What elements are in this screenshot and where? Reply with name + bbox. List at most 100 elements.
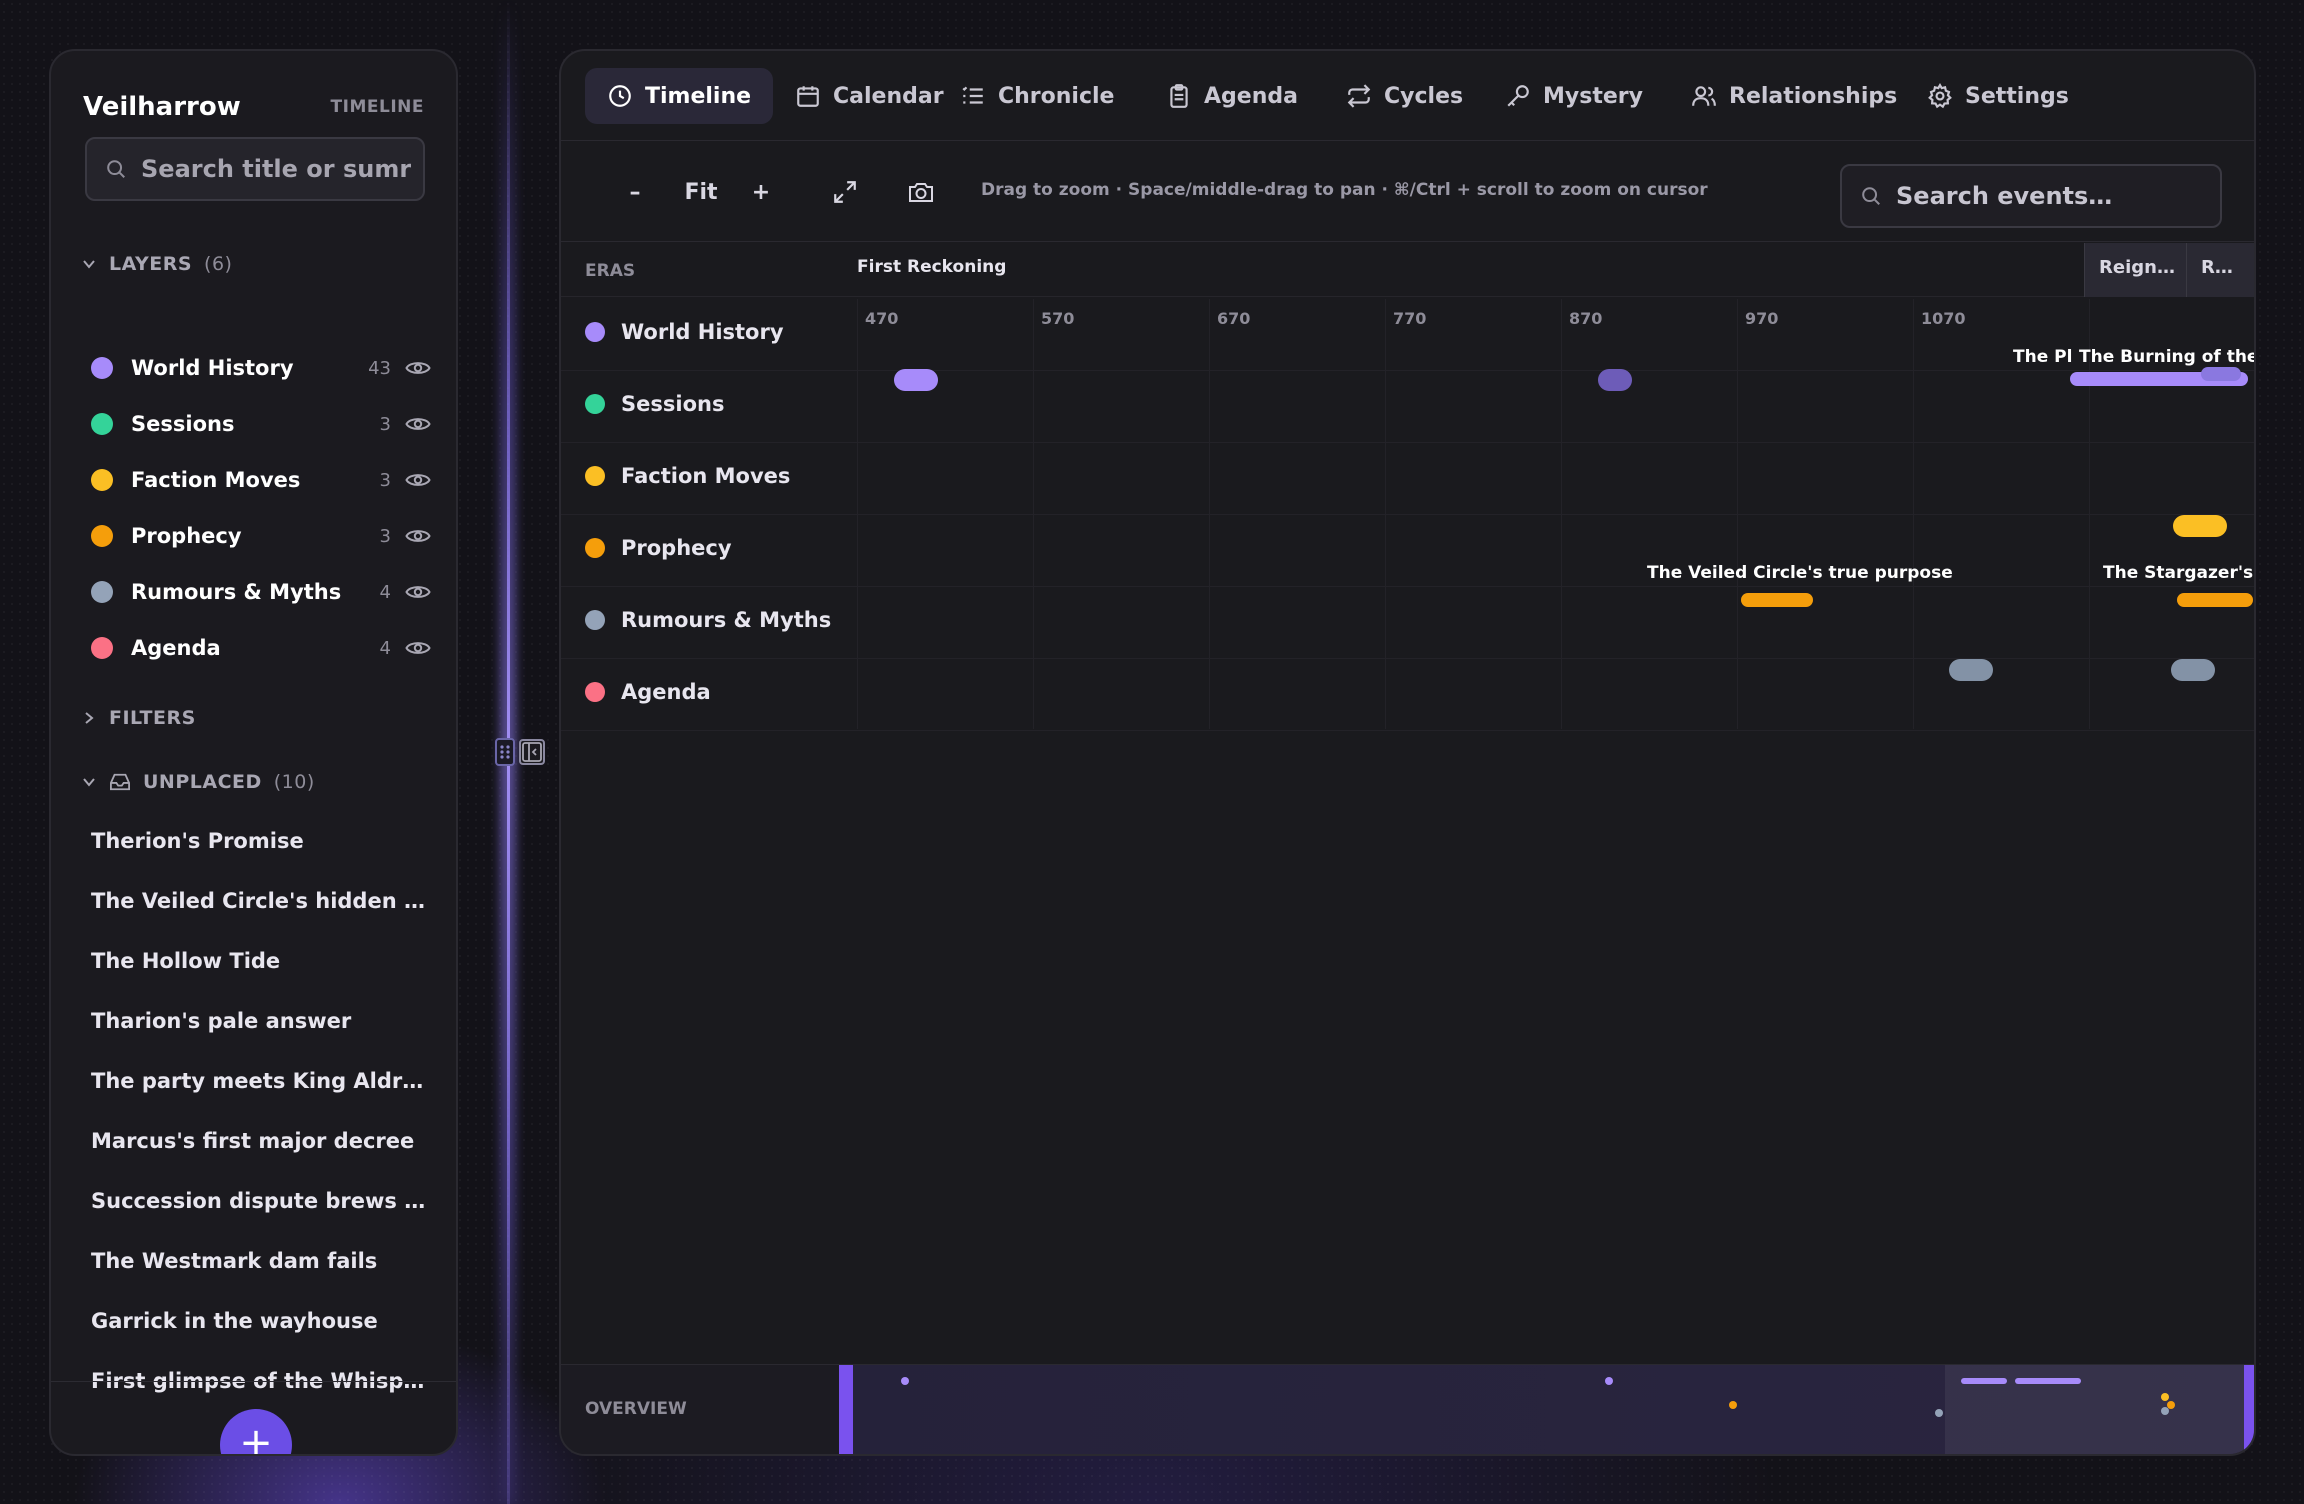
tab-label: Mystery: [1543, 83, 1643, 109]
event-world-history-1[interactable]: [894, 369, 938, 391]
layer-agenda[interactable]: Agenda 4: [91, 630, 431, 666]
chevron-right-icon: [81, 710, 97, 726]
overview-mark: [1729, 1401, 1737, 1409]
fit-button[interactable]: Fit: [673, 170, 729, 214]
lane-color-dot: [585, 682, 605, 702]
filters-header[interactable]: FILTERS: [81, 707, 196, 729]
event-rumours-1[interactable]: [1949, 659, 1993, 681]
event-rumours-2[interactable]: [2171, 659, 2215, 681]
lane-faction-moves: Faction Moves: [561, 443, 2254, 515]
layers-count: (6): [204, 253, 233, 275]
unplaced-item[interactable]: The party meets King Aldren: [91, 1069, 431, 1093]
tab-chronicle[interactable]: Chronicle: [938, 68, 1136, 124]
lane-label: Rumours & Myths: [585, 608, 831, 632]
tab-mystery[interactable]: Mystery: [1483, 68, 1665, 124]
event-label-veiled-circle-purpose[interactable]: The Veiled Circle's true purpose: [1647, 563, 1953, 583]
event-prophecy-1[interactable]: [1741, 593, 1813, 607]
overview-handle-right[interactable]: [2244, 1365, 2254, 1454]
layer-name: Agenda: [131, 636, 221, 660]
sidebar-resize-handle[interactable]: [495, 738, 545, 766]
sidebar-search-input[interactable]: [141, 155, 411, 183]
event-label-burning[interactable]: The Burning of the Sc: [2079, 347, 2254, 367]
event-prophecy-2[interactable]: [2177, 593, 2253, 607]
zoom-in-button[interactable]: +: [739, 170, 783, 214]
overview-mark: [1605, 1377, 1613, 1385]
event-world-history-2[interactable]: [1598, 369, 1632, 391]
sidebar-divider: [51, 1381, 456, 1382]
era-r[interactable]: R…: [2186, 243, 2254, 297]
tab-cycles[interactable]: Cycles: [1324, 68, 1485, 124]
sidebar-search: [85, 137, 425, 201]
add-event-button[interactable]: +: [220, 1409, 292, 1454]
list-icon: [960, 83, 986, 109]
lane-name: Sessions: [621, 392, 725, 416]
era-reign[interactable]: Reign…: [2084, 243, 2186, 297]
tab-calendar[interactable]: Calendar: [773, 68, 966, 124]
zoom-out-button[interactable]: –: [613, 170, 657, 214]
unplaced-item[interactable]: Marcus's first major decree: [91, 1129, 431, 1153]
tab-label: Timeline: [645, 83, 752, 109]
event-search-input[interactable]: [1896, 182, 2216, 210]
tab-bar: Timeline Calendar Chronicle Agenda Cycles Mys…: [561, 51, 2254, 141]
screenshot-button[interactable]: [899, 170, 943, 214]
unplaced-item[interactable]: Garrick in the wayhouse: [91, 1309, 431, 1333]
unplaced-header[interactable]: UNPLACED (10): [81, 771, 315, 793]
eye-icon[interactable]: [405, 639, 431, 657]
unplaced-item[interactable]: Therion's Promise: [91, 829, 431, 853]
eye-icon[interactable]: [405, 583, 431, 601]
layer-prophecy[interactable]: Prophecy 3: [91, 518, 431, 554]
layer-count: 43: [368, 357, 391, 379]
expand-icon: [832, 179, 858, 205]
unplaced-item[interactable]: The Hollow Tide: [91, 949, 431, 973]
tab-agenda[interactable]: Agenda: [1144, 68, 1320, 124]
unplaced-item[interactable]: The Westmark dam fails: [91, 1249, 431, 1273]
layer-count: 3: [379, 413, 391, 435]
tab-relationships[interactable]: Relationships: [1669, 68, 1919, 124]
lane-color-dot: [585, 610, 605, 630]
fullscreen-button[interactable]: [823, 170, 867, 214]
layer-faction-moves[interactable]: Faction Moves 3: [91, 462, 431, 498]
unplaced-item[interactable]: Tharion's pale answer: [91, 1009, 431, 1033]
key-icon: [1505, 83, 1531, 109]
layer-world-history[interactable]: World History 43: [91, 350, 431, 386]
layer-name: World History: [131, 356, 294, 380]
lane-color-dot: [585, 322, 605, 342]
collapse-sidebar-icon[interactable]: [519, 739, 545, 765]
era-first-reckoning[interactable]: First Reckoning: [857, 257, 1006, 277]
overview-mark: [1961, 1378, 2007, 1384]
eye-icon[interactable]: [405, 527, 431, 545]
overview-strip[interactable]: OVERVIEW: [561, 1364, 2254, 1454]
event-world-history-4[interactable]: [2201, 367, 2241, 381]
eye-icon[interactable]: [405, 415, 431, 433]
drag-handle-icon[interactable]: [495, 738, 515, 766]
event-label-the-pl[interactable]: The Pl: [2013, 347, 2072, 367]
timeline-canvas[interactable]: ERAS First Reckoning Reign… R… 470 570 670…: [561, 243, 2254, 731]
toolbar-hint: Drag to zoom · Space/middle-drag to pan …: [981, 180, 1708, 200]
layer-rumours-myths[interactable]: Rumours & Myths 4: [91, 574, 431, 610]
unplaced-item[interactable]: The Veiled Circle's hidden archive: [91, 889, 431, 913]
layer-sessions[interactable]: Sessions 3: [91, 406, 431, 442]
overview-track[interactable]: [839, 1365, 2254, 1454]
overview-mark: [2015, 1378, 2081, 1384]
tab-label: Calendar: [833, 83, 944, 109]
tab-settings[interactable]: Settings: [1905, 68, 2091, 124]
layer-name: Faction Moves: [131, 468, 301, 492]
eye-icon[interactable]: [405, 359, 431, 377]
layer-count: 4: [379, 637, 391, 659]
repeat-icon: [1346, 83, 1372, 109]
main-panel: Timeline Calendar Chronicle Agenda Cycles Mys…: [559, 49, 2256, 1456]
tab-timeline[interactable]: Timeline: [585, 68, 774, 124]
lane-name: Prophecy: [621, 536, 732, 560]
layers-header[interactable]: LAYERS (6): [81, 253, 232, 275]
lane-world-history: World History: [561, 299, 2254, 371]
lane-label: Faction Moves: [585, 464, 790, 488]
eye-icon[interactable]: [405, 471, 431, 489]
layer-count: 3: [379, 525, 391, 547]
event-faction-moves-1[interactable]: [2173, 515, 2227, 537]
unplaced-item[interactable]: Succession dispute brews in the north: [91, 1189, 431, 1213]
overview-handle-left[interactable]: [839, 1365, 853, 1454]
camera-icon: [907, 180, 935, 204]
event-label-stargazer[interactable]: The Stargazer's Pro: [2103, 563, 2254, 583]
sidebar: Veilharrow TIMELINE LAYERS (6) World His…: [49, 49, 458, 1456]
eras-row: ERAS First Reckoning Reign… R…: [561, 243, 2254, 297]
